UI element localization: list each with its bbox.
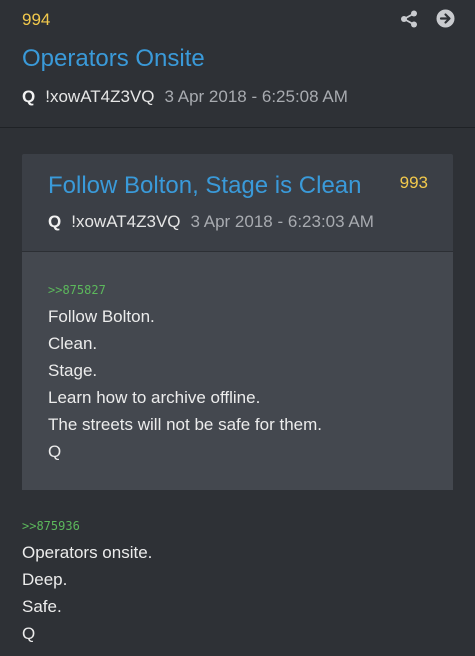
post-line: Safe. bbox=[22, 597, 62, 616]
quoted-post-line: Follow Bolton. bbox=[48, 307, 155, 326]
post-title[interactable]: Operators Onsite bbox=[22, 45, 205, 73]
quoted-post-line: Q bbox=[48, 442, 62, 461]
post-meta: Q !xowAT4Z3VQ 3 Apr 2018 - 6:25:08 AM bbox=[22, 87, 348, 107]
post-header: 994 Operators Onsite Q !xowAT4Z3VQ 3 Apr… bbox=[0, 0, 475, 128]
post-line: Operators onsite. bbox=[22, 543, 153, 562]
quoted-post-timestamp: 3 Apr 2018 - 6:23:03 AM bbox=[190, 212, 374, 231]
post-body: >>875936 Operators onsite. Deep. Safe. Q bbox=[22, 519, 152, 647]
post-timestamp: 3 Apr 2018 - 6:25:08 AM bbox=[164, 87, 348, 106]
arrow-right-circle-icon[interactable] bbox=[436, 9, 455, 28]
quoted-post-meta: Q !xowAT4Z3VQ 3 Apr 2018 - 6:23:03 AM bbox=[48, 212, 374, 232]
post-author: Q bbox=[22, 87, 36, 106]
post-number: 994 bbox=[22, 10, 51, 29]
quoted-post-body: >>875827 Follow Bolton. Clean. Stage. Le… bbox=[22, 252, 453, 490]
quoted-post-number: 993 bbox=[399, 173, 428, 192]
quoted-post-card: Follow Bolton, Stage is Clean 993 Q !xow… bbox=[22, 154, 453, 490]
post-line: Q bbox=[22, 624, 36, 643]
quoted-post-line: The streets will not be safe for them. bbox=[48, 415, 323, 434]
post-tripcode: !xowAT4Z3VQ bbox=[45, 87, 155, 106]
post-line: Deep. bbox=[22, 570, 68, 589]
quoted-post-author: Q bbox=[48, 212, 62, 231]
quoted-post-tripcode: !xowAT4Z3VQ bbox=[71, 212, 181, 231]
post-reference-link[interactable]: >>875936 bbox=[22, 519, 152, 533]
quoted-post-line: Learn how to archive offline. bbox=[48, 388, 261, 407]
quoted-post-line: Stage. bbox=[48, 361, 98, 380]
share-icon[interactable] bbox=[399, 9, 418, 28]
quoted-post-title[interactable]: Follow Bolton, Stage is Clean bbox=[48, 172, 362, 200]
quoted-post-line: Clean. bbox=[48, 334, 98, 353]
post-actions bbox=[399, 9, 455, 28]
quoted-post-header: Follow Bolton, Stage is Clean 993 Q !xow… bbox=[22, 154, 453, 252]
quoted-post-reference-link[interactable]: >>875827 bbox=[48, 283, 322, 297]
